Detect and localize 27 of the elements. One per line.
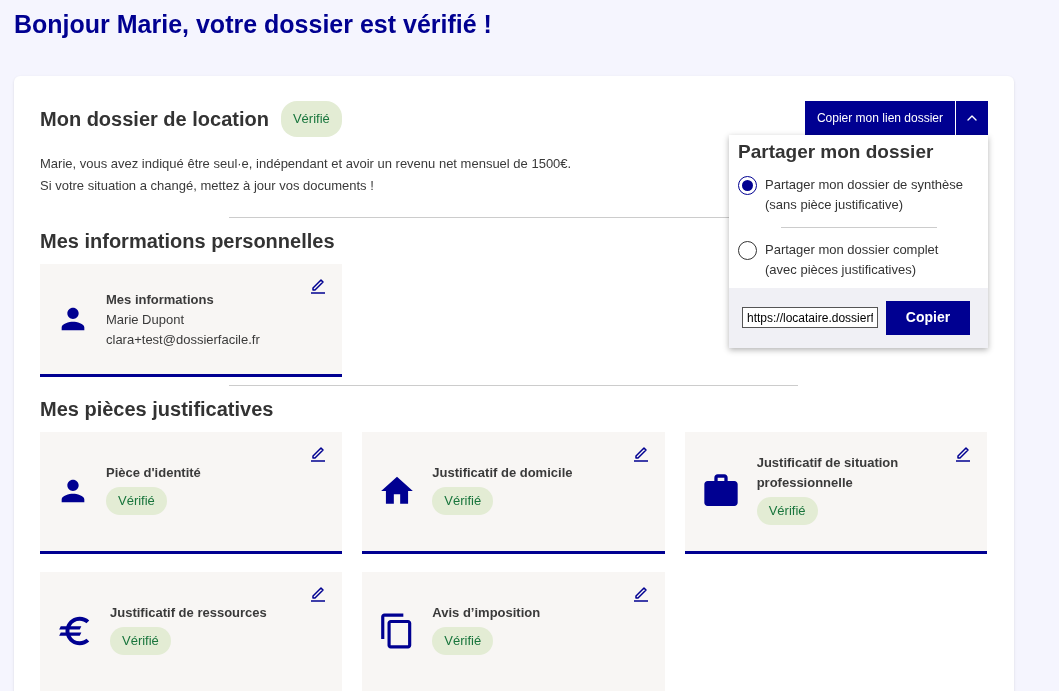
info-title: Mes informations (106, 290, 215, 309)
section-heading: Mes informations personnelles (40, 228, 335, 254)
link-field[interactable]: https://locataire.dossierf (742, 307, 878, 328)
status-badge: Vérifié (280, 101, 342, 137)
status-badge: Vérifié (432, 627, 494, 655)
dropdown-toggle[interactable] (956, 101, 988, 135)
copy-button[interactable]: Copier (886, 300, 970, 335)
status-badge: Vérifié (756, 497, 818, 525)
status-badge: Vérifié (432, 487, 494, 515)
document-title: Justificatif de domicile (432, 464, 573, 483)
popover-title: Partager mon dossier (738, 140, 935, 164)
status-badge: Vérifié (106, 487, 167, 515)
option-label[interactable]: Partager mon dossier complet (avec pièces justificatives) (765, 239, 939, 280)
info-email: clara+test@dossierfacile.fr (106, 330, 261, 349)
description-text: Si votre situation a changé, mettez à jour vos documents ! (40, 176, 374, 195)
section-title: Mon dossier de location (40, 106, 269, 132)
copy-link-button[interactable]: Copier mon lien dossier (804, 101, 955, 135)
status-badge: Vérifié (110, 627, 171, 655)
option-label[interactable]: Partager mon dossier de synthèse (sans pièce justificative) (765, 174, 963, 215)
section-heading: Mes pièces justificatives (40, 396, 274, 422)
info-name: Marie Dupont (106, 310, 186, 329)
description-text: Marie, vous avez indiqué être seul·e, indépendant et avoir un revenu net mensuel de 1500€. (40, 154, 572, 173)
document-title: Justificatif de ressources (110, 604, 267, 623)
document-title: Pièce d'identité (106, 464, 201, 483)
page-title: Bonjour Marie, votre dossier est vérifié ! (13, 9, 493, 40)
document-title: Justificatif de situation professionnelle (756, 454, 900, 493)
document-title: Avis d’imposition (432, 604, 541, 623)
